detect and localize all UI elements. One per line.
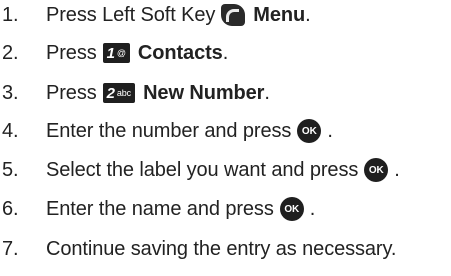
- key-face: 2: [106, 84, 115, 102]
- step-6: 6. Enter the name and press OK .: [0, 194, 315, 224]
- key-sub: abc: [116, 88, 132, 98]
- ok-key-icon: OK: [364, 158, 389, 182]
- ok-key-icon: OK: [279, 197, 304, 221]
- step-punctuation: .: [222, 41, 229, 64]
- step-1: 1. Press Left Soft Key Menu .: [0, 0, 311, 30]
- step-number: 1.: [2, 3, 19, 26]
- menu-label: Menu: [253, 3, 306, 26]
- step-text: Continue saving the entry as necessary.: [46, 238, 396, 261]
- left-soft-key-icon: [221, 4, 246, 26]
- step-number: 2.: [2, 41, 19, 64]
- step-text: Press 2 abc New Number .: [46, 82, 270, 105]
- ok-key-icon: OK: [297, 119, 322, 143]
- step-number: 5.: [2, 158, 19, 181]
- step-instruction: Press Left Soft Key: [46, 3, 216, 26]
- step-number: 3.: [2, 81, 19, 104]
- key-2-icon: 2 abc: [102, 83, 136, 103]
- step-punctuation: .: [264, 81, 270, 104]
- step-4: 4. Enter the number and press OK .: [0, 116, 333, 146]
- step-instruction: Press: [46, 81, 97, 104]
- step-punctuation: .: [327, 119, 333, 142]
- contacts-label: Contacts: [137, 41, 223, 64]
- step-text: Select the label you want and press OK .: [46, 158, 400, 182]
- step-instruction: Continue saving the entry as necessary.: [46, 237, 397, 260]
- step-number: 4.: [2, 119, 19, 142]
- step-punctuation: .: [309, 197, 316, 220]
- key-1-icon: 1 @: [102, 43, 130, 63]
- instruction-list: 1. Press Left Soft Key Menu . 2. Press 1…: [0, 0, 451, 276]
- step-number: 6.: [2, 197, 19, 220]
- step-text: Press 1 @ Contacts .: [46, 42, 228, 65]
- step-number: 7.: [2, 237, 19, 260]
- step-7: 7. Continue saving the entry as necessar…: [0, 234, 396, 264]
- key-sub: @: [116, 48, 126, 58]
- new-number-label: New Number: [143, 81, 265, 104]
- step-instruction: Enter the name and press: [46, 197, 274, 220]
- step-3: 3. Press 2 abc New Number .: [0, 78, 270, 108]
- step-text: Enter the number and press OK .: [46, 119, 333, 143]
- step-punctuation: .: [305, 3, 311, 26]
- step-2: 2. Press 1 @ Contacts .: [0, 38, 228, 68]
- step-text: Press Left Soft Key Menu .: [46, 4, 311, 27]
- step-5: 5. Select the label you want and press O…: [0, 155, 400, 185]
- step-text: Enter the name and press OK .: [46, 197, 315, 221]
- step-instruction: Select the label you want and press: [46, 158, 359, 181]
- step-punctuation: .: [394, 158, 400, 181]
- step-instruction: Enter the number and press: [46, 119, 292, 142]
- step-instruction: Press: [46, 41, 97, 64]
- key-face: 1: [106, 44, 115, 62]
